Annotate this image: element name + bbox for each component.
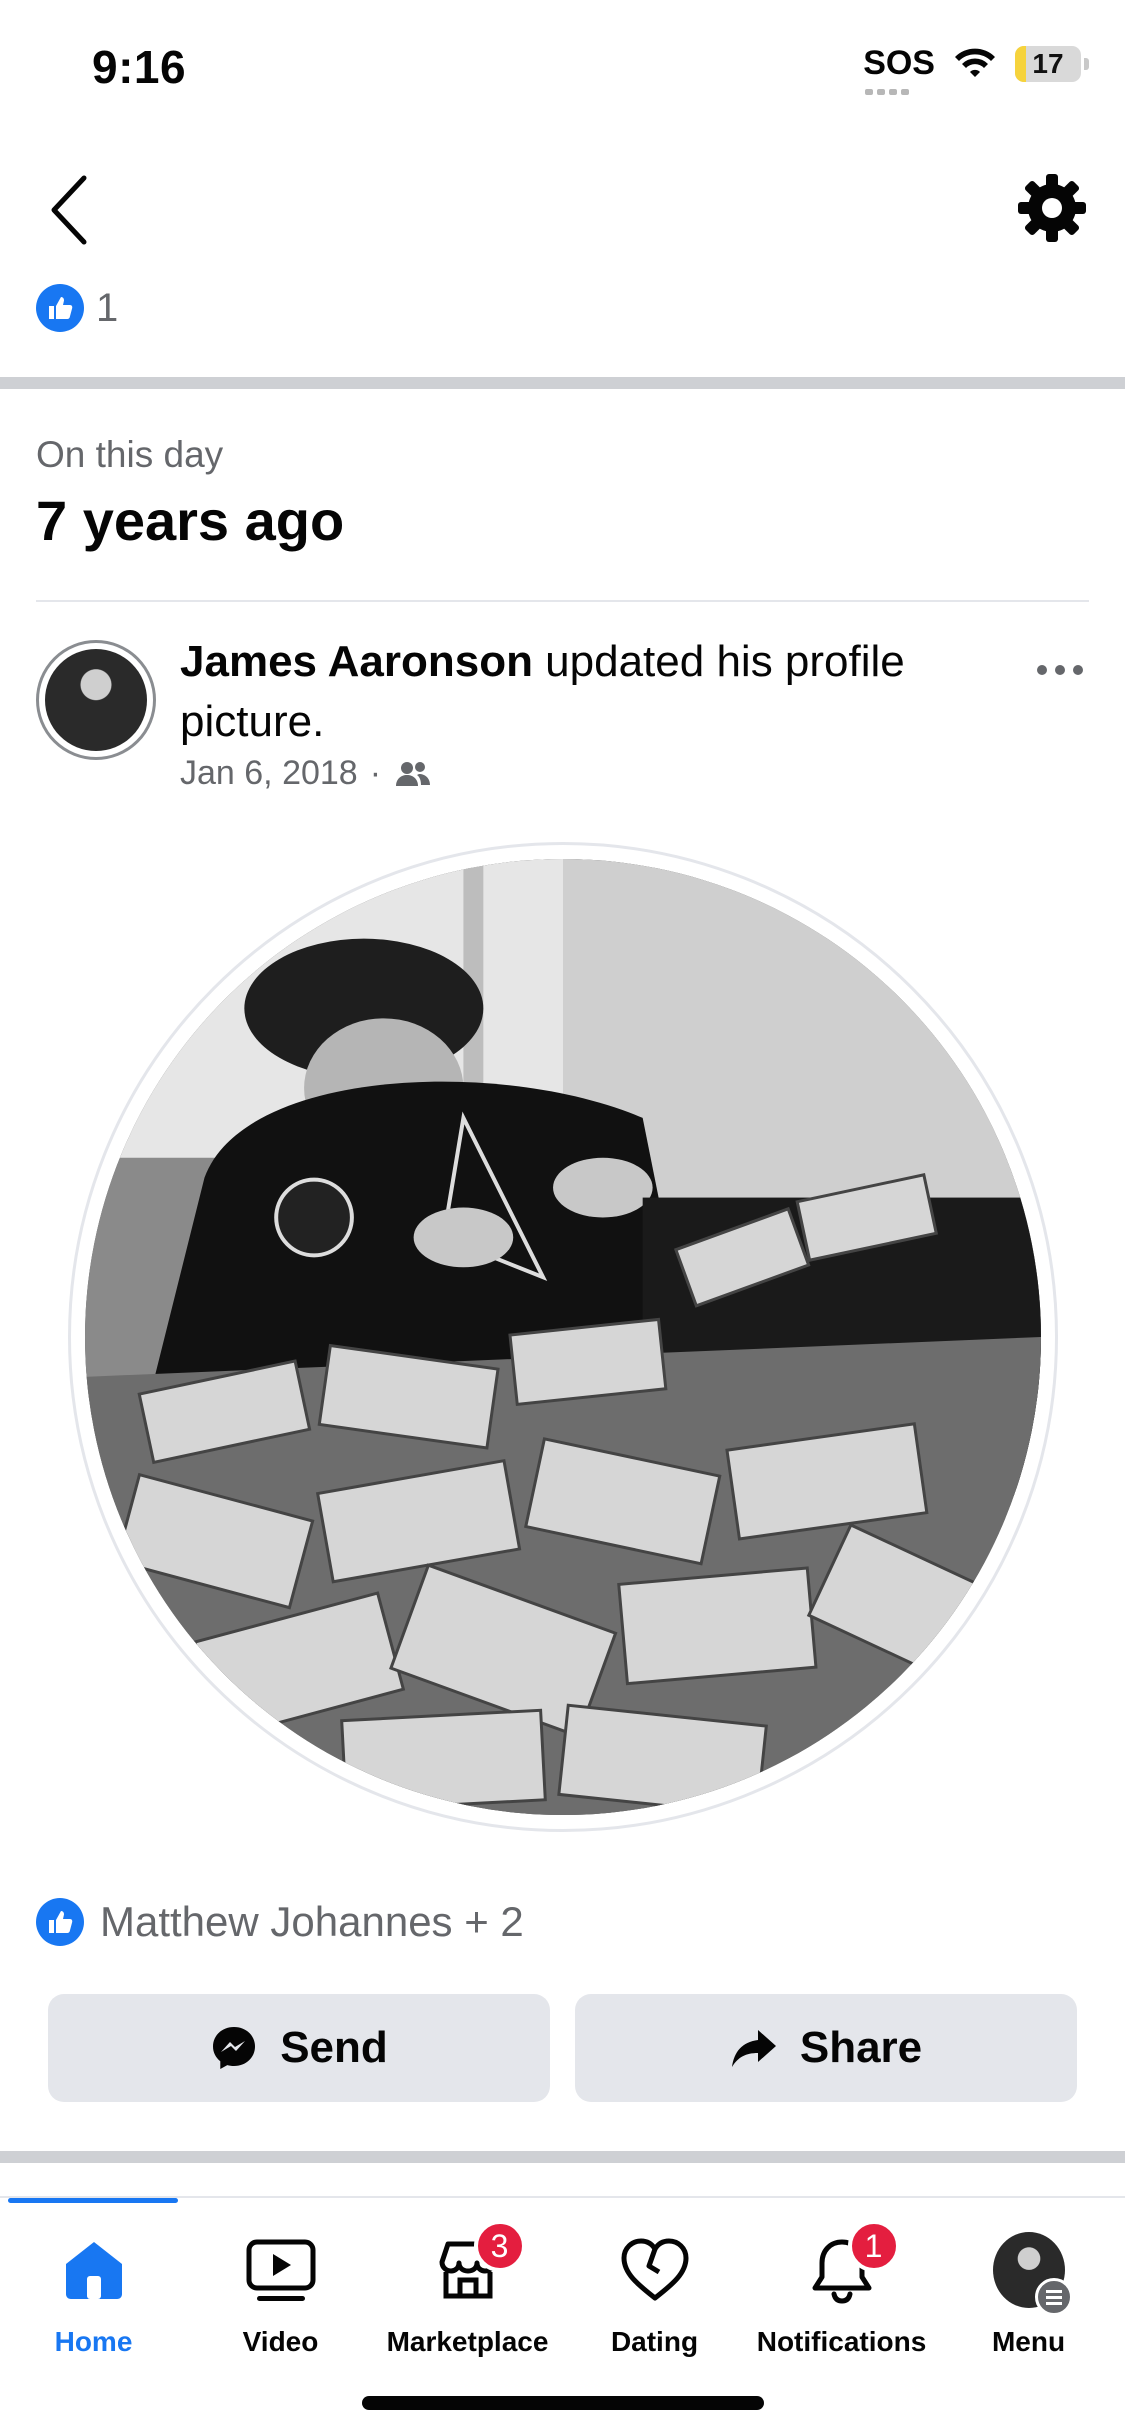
send-label: Send <box>280 2023 388 2073</box>
sos-label: SOS <box>863 44 935 82</box>
tab-video-label: Video <box>243 2326 319 2358</box>
heart-icon <box>619 2234 691 2306</box>
bell-icon: 1 <box>806 2234 878 2306</box>
tab-marketplace-label: Marketplace <box>387 2326 549 2358</box>
reactions-text: Matthew Johannes + 2 <box>100 1898 524 1946</box>
profile-photo-image <box>85 859 1041 1815</box>
tab-menu[interactable]: Menu <box>935 2234 1122 2358</box>
tab-notifications-label: Notifications <box>757 2326 927 2358</box>
tab-notifications[interactable]: 1 Notifications <box>748 2234 935 2358</box>
chevron-left-icon <box>40 170 100 250</box>
post-meta: Jan 6, 2018 · <box>180 754 433 793</box>
like-icon <box>36 284 84 332</box>
tab-marketplace[interactable]: 3 Marketplace <box>374 2234 561 2358</box>
status-time: 9:16 <box>92 40 186 94</box>
active-tab-indicator <box>8 2198 178 2203</box>
signal-dots-icon <box>865 89 909 95</box>
messenger-icon <box>210 2024 258 2072</box>
post-likes-summary[interactable]: 1 <box>36 284 118 332</box>
reactions-summary[interactable]: Matthew Johannes + 2 <box>36 1898 524 1946</box>
share-button[interactable]: Share <box>575 1994 1077 2102</box>
status-indicators: SOS 17 <box>863 44 1089 83</box>
tab-home-label: Home <box>55 2326 133 2358</box>
share-icon <box>730 2024 778 2072</box>
more-icon <box>1030 650 1090 690</box>
section-divider <box>0 377 1125 389</box>
profile-picture[interactable] <box>68 842 1058 1832</box>
sos-indicator: SOS <box>863 44 935 83</box>
avatar <box>993 2232 1065 2308</box>
author-avatar[interactable] <box>36 640 156 760</box>
status-bar: 9:16 SOS 17 <box>0 0 1125 140</box>
post-date[interactable]: Jan 6, 2018 <box>180 754 358 793</box>
home-icon <box>58 2234 130 2306</box>
memory-title: 7 years ago <box>36 488 344 553</box>
section-divider <box>0 2151 1125 2163</box>
hamburger-icon <box>1035 2278 1073 2316</box>
gear-icon <box>1012 168 1092 248</box>
send-button[interactable]: Send <box>48 1994 550 2102</box>
more-options-button[interactable] <box>1030 650 1090 690</box>
divider <box>36 600 1089 602</box>
video-icon <box>245 2234 317 2306</box>
marketplace-badge: 3 <box>474 2220 526 2272</box>
like-icon <box>36 1898 84 1946</box>
tab-video[interactable]: Video <box>187 2234 374 2358</box>
friends-icon <box>393 759 433 789</box>
wifi-icon <box>953 47 997 81</box>
tab-dating[interactable]: Dating <box>561 2234 748 2358</box>
tab-menu-label: Menu <box>992 2326 1065 2358</box>
back-button[interactable] <box>40 170 100 250</box>
meta-separator: · <box>370 754 381 793</box>
tab-home[interactable]: Home <box>0 2234 187 2358</box>
like-count: 1 <box>96 286 118 331</box>
battery-icon: 17 <box>1015 46 1089 82</box>
share-label: Share <box>800 2023 922 2073</box>
home-indicator[interactable] <box>362 2396 764 2410</box>
menu-avatar <box>993 2234 1065 2306</box>
battery-level: 17 <box>1015 46 1081 82</box>
post-headline: James Aaronson updated his profile pictu… <box>180 632 1000 752</box>
notifications-badge: 1 <box>848 2220 900 2272</box>
settings-button[interactable] <box>1012 168 1092 248</box>
author-name[interactable]: James Aaronson <box>180 637 533 686</box>
marketplace-icon: 3 <box>432 2234 504 2306</box>
memory-label: On this day <box>36 434 223 476</box>
tab-dating-label: Dating <box>611 2326 698 2358</box>
